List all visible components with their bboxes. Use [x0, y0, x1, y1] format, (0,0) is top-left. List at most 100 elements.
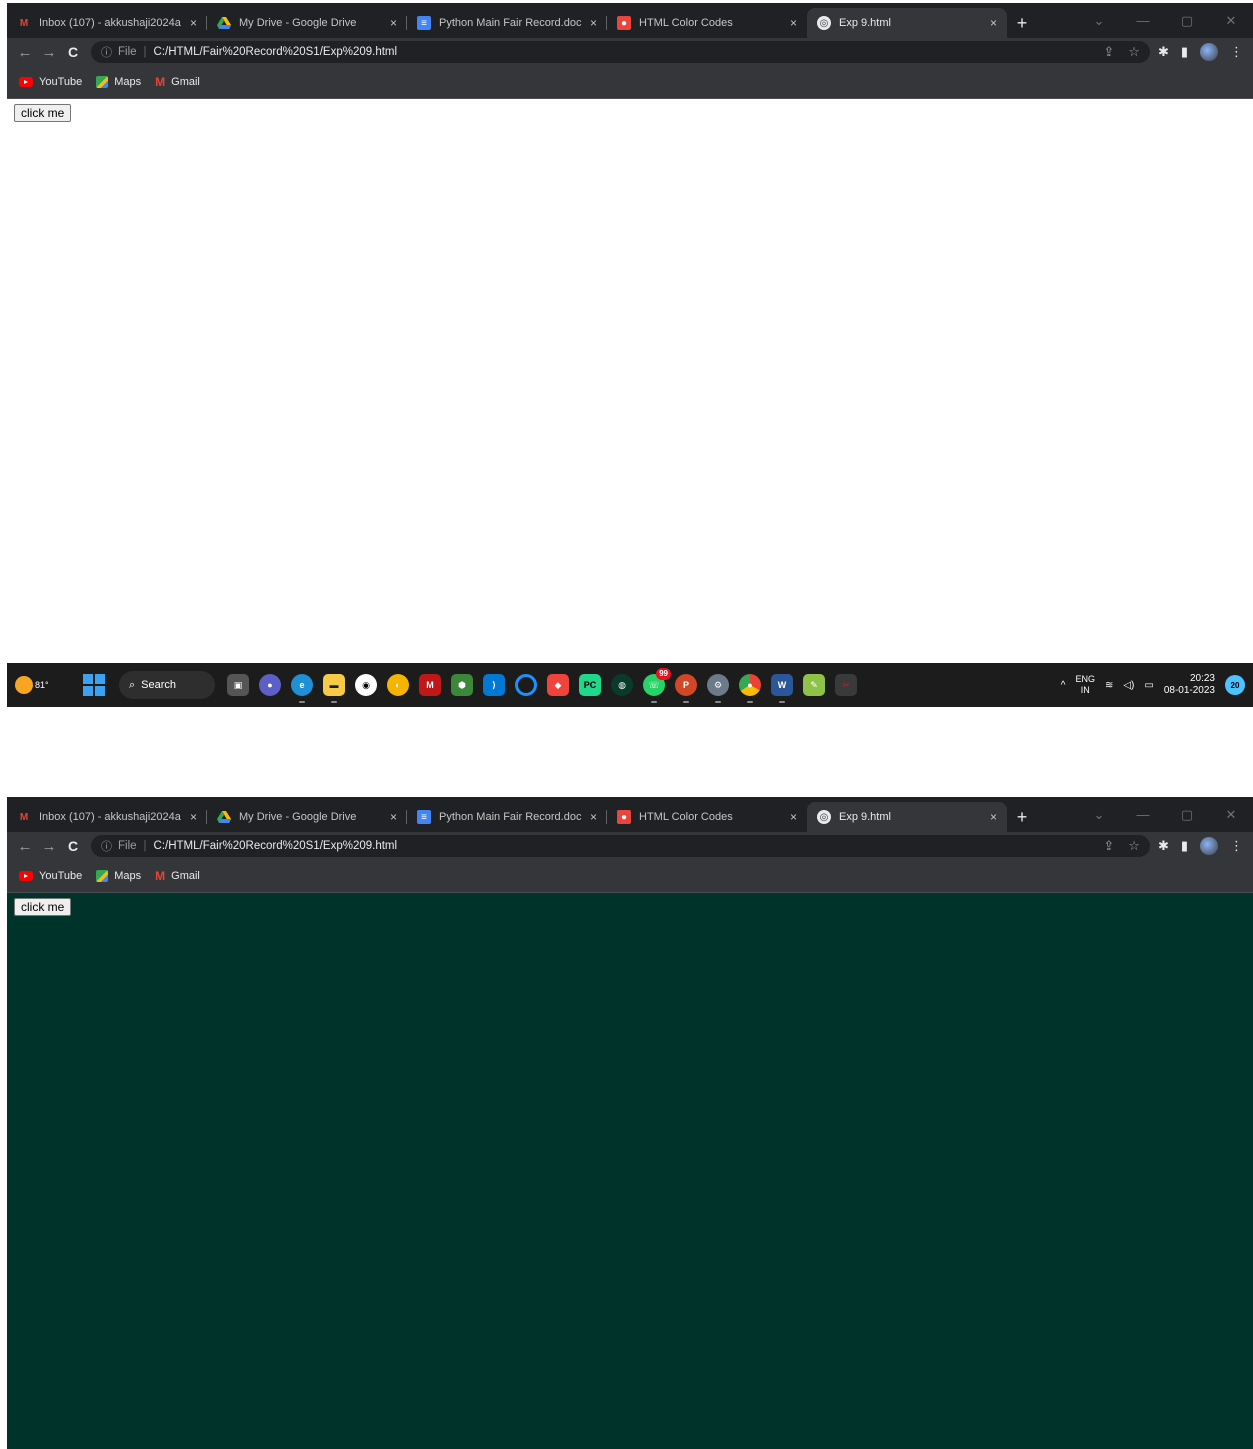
notification-badge[interactable]: 20	[1225, 675, 1245, 695]
word-icon[interactable]: W	[771, 674, 793, 703]
volume-icon[interactable]: ◁)	[1123, 680, 1134, 691]
address-bar[interactable]: ⓘ File | C:/HTML/Fair%20Record%20S1/Exp%…	[91, 41, 1150, 63]
wifi-icon[interactable]: ≋	[1105, 680, 1113, 691]
weather-widget[interactable]: 81°	[15, 676, 75, 694]
bookmark-youtube[interactable]: YouTube	[19, 76, 82, 88]
forward-icon[interactable]: →	[37, 40, 61, 64]
address-bar[interactable]: ⓘ File | C:/HTML/Fair%20Record%20S1/Exp%…	[91, 835, 1150, 857]
extensions-icon[interactable]: ✱	[1158, 44, 1169, 60]
info-icon[interactable]: ⓘ	[101, 838, 112, 854]
start-icon[interactable]	[83, 674, 105, 696]
tab-exp9[interactable]: ◎ Exp 9.html ×	[807, 8, 1007, 38]
forward-icon[interactable]: →	[37, 834, 61, 858]
language-indicator[interactable]: ENG IN	[1075, 674, 1095, 696]
tab-drive[interactable]: My Drive - Google Drive ×	[207, 8, 407, 38]
tab-html-color-codes[interactable]: ● HTML Color Codes ×	[607, 8, 807, 38]
android-studio-icon[interactable]: ◍	[611, 674, 633, 696]
notepad-icon[interactable]: ✎	[803, 674, 825, 696]
click-me-button[interactable]: click me	[14, 898, 72, 916]
bookmark-maps[interactable]: Maps	[96, 870, 141, 882]
toolbar-actions: ✱ ▮ ⋮	[1158, 43, 1247, 61]
whatsapp-icon[interactable]: ☏ 99	[643, 668, 671, 703]
lang-bottom: IN	[1080, 685, 1090, 695]
chevron-up-icon[interactable]: ^	[1061, 680, 1066, 691]
close-icon[interactable]: ×	[190, 16, 197, 30]
anydesk-icon[interactable]: ◆	[547, 674, 569, 696]
bookmark-gmail[interactable]: M Gmail	[155, 75, 200, 89]
github-icon[interactable]: ◉	[355, 674, 377, 696]
chrome-icon[interactable]: ●	[739, 674, 761, 703]
sidepanel-icon[interactable]: ▮	[1181, 44, 1188, 60]
minimize-icon[interactable]: —	[1121, 797, 1165, 832]
tab-drive[interactable]: My Drive - Google Drive ×	[207, 802, 407, 832]
vscode-icon[interactable]: ⟩	[483, 674, 505, 696]
pycharm-icon[interactable]: PC	[579, 674, 601, 696]
minimize-icon[interactable]: —	[1121, 3, 1165, 38]
address-scheme: File	[118, 46, 137, 58]
task-view-icon[interactable]: ▣	[227, 674, 249, 696]
share-icon[interactable]: ⇪	[1103, 44, 1114, 60]
tab-gmail[interactable]: M Inbox (107) - akkushaji2024a ×	[7, 802, 207, 832]
chrome-canary-icon[interactable]: ◐	[387, 674, 409, 696]
back-icon[interactable]: ←	[13, 834, 37, 858]
extensions-icon[interactable]: ✱	[1158, 838, 1169, 854]
tab-docs[interactable]: ≡ Python Main Fair Record.doc ×	[407, 8, 607, 38]
restore-icon[interactable]: ▢	[1165, 3, 1209, 38]
close-icon[interactable]: ×	[990, 810, 997, 824]
tab-docs[interactable]: ≡ Python Main Fair Record.doc ×	[407, 802, 607, 832]
share-icon[interactable]: ⇪	[1103, 838, 1114, 854]
sidepanel-icon[interactable]: ▮	[1181, 838, 1188, 854]
snipping-tool-icon[interactable]: ✂	[835, 674, 857, 696]
tab-gmail[interactable]: M Inbox (107) - akkushaji2024a ×	[7, 8, 207, 38]
globe-icon: ◎	[817, 810, 831, 824]
tab-search-icon[interactable]: ⌄	[1077, 3, 1121, 38]
restore-icon[interactable]: ▢	[1165, 797, 1209, 832]
reload-icon[interactable]: C	[61, 40, 85, 64]
close-icon[interactable]: ×	[590, 16, 597, 30]
close-icon[interactable]: ×	[390, 810, 397, 824]
bookmark-youtube[interactable]: YouTube	[19, 870, 82, 882]
gmail-icon: M	[155, 869, 166, 883]
cortana-icon[interactable]	[515, 674, 537, 696]
nodejs-icon[interactable]: ⬢	[451, 674, 473, 696]
tab-html-color-codes[interactable]: ● HTML Color Codes ×	[607, 802, 807, 832]
bookmark-gmail[interactable]: M Gmail	[155, 869, 200, 883]
click-me-button[interactable]: click me	[14, 104, 72, 122]
file-explorer-icon[interactable]: ▬	[323, 674, 345, 703]
bookmarks-bar: YouTube Maps M Gmail	[7, 860, 1253, 893]
star-icon[interactable]: ☆	[1128, 44, 1140, 60]
close-icon[interactable]: ×	[390, 16, 397, 30]
taskbar-search[interactable]: ⌕ Search	[119, 671, 215, 699]
close-icon[interactable]: ×	[790, 16, 797, 30]
menu-icon[interactable]: ⋮	[1230, 44, 1243, 60]
profile-avatar[interactable]	[1200, 837, 1218, 855]
close-icon[interactable]: ×	[790, 810, 797, 824]
powerpoint-icon[interactable]: P	[675, 674, 697, 703]
tab-search-icon[interactable]: ⌄	[1077, 797, 1121, 832]
battery-icon[interactable]: ▭	[1144, 680, 1153, 691]
teams-chat-icon[interactable]: ●	[259, 674, 281, 696]
toolbar: ← → C ⓘ File | C:/HTML/Fair%20Record%20S…	[7, 832, 1253, 860]
menu-icon[interactable]: ⋮	[1230, 838, 1243, 854]
reload-icon[interactable]: C	[61, 834, 85, 858]
window-close-icon[interactable]: ✕	[1209, 3, 1253, 38]
close-icon[interactable]: ×	[190, 810, 197, 824]
new-tab-button[interactable]: +	[1007, 8, 1037, 38]
profile-avatar[interactable]	[1200, 43, 1218, 61]
drive-icon	[217, 810, 231, 824]
window-close-icon[interactable]: ✕	[1209, 797, 1253, 832]
clock[interactable]: 20:23 08-01-2023	[1164, 673, 1215, 697]
mcafee-icon[interactable]: M	[419, 674, 441, 696]
toolbar: ← → C ⓘ File | C:/HTML/Fair%20Record%20S…	[7, 38, 1253, 66]
address-url: C:/HTML/Fair%20Record%20S1/Exp%209.html	[153, 46, 398, 58]
edge-icon[interactable]: e	[291, 674, 313, 703]
close-icon[interactable]: ×	[990, 16, 997, 30]
close-icon[interactable]: ×	[590, 810, 597, 824]
info-icon[interactable]: ⓘ	[101, 44, 112, 60]
back-icon[interactable]: ←	[13, 40, 37, 64]
tab-exp9[interactable]: ◎ Exp 9.html ×	[807, 802, 1007, 832]
star-icon[interactable]: ☆	[1128, 838, 1140, 854]
settings-icon[interactable]: ⚙	[707, 674, 729, 703]
bookmark-maps[interactable]: Maps	[96, 76, 141, 88]
new-tab-button[interactable]: +	[1007, 802, 1037, 832]
